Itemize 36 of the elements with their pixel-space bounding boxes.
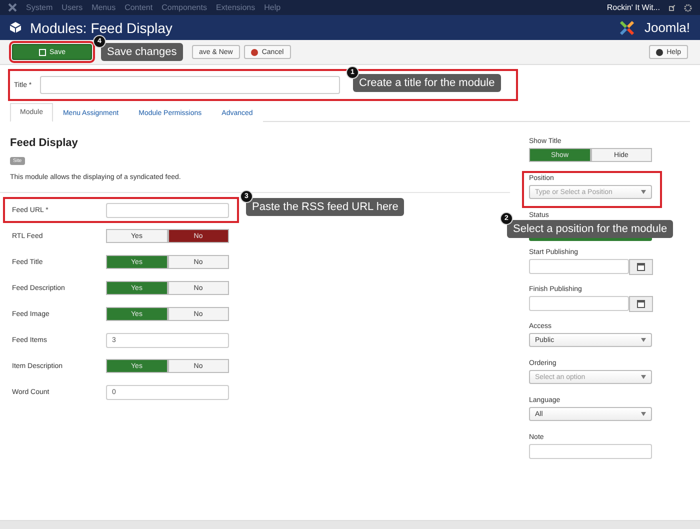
settings-icon[interactable] xyxy=(684,4,692,12)
menu-item[interactable]: Extensions xyxy=(216,3,256,12)
caret-icon xyxy=(641,338,646,342)
site-link[interactable]: Rockin' It Wit... xyxy=(606,3,660,12)
logo-icon[interactable] xyxy=(8,3,17,12)
logo-text: Joomla! xyxy=(644,20,690,35)
menu-item[interactable]: Content xyxy=(124,3,153,12)
calendar-icon xyxy=(637,300,645,308)
caret-icon xyxy=(641,412,646,416)
guide-tooltip: Paste the RSS feed URL here xyxy=(246,198,404,216)
module-heading: Feed Display xyxy=(10,137,79,149)
menu-item[interactable]: Help xyxy=(264,3,281,12)
title-field[interactable] xyxy=(40,76,340,94)
calendar-icon xyxy=(637,263,645,271)
page-title: Modules: Feed Display xyxy=(30,20,172,36)
guide-tooltip: Save changes xyxy=(101,43,183,61)
external-link-icon xyxy=(669,4,675,10)
menu-item[interactable]: Menus xyxy=(92,3,116,12)
caret-icon xyxy=(641,375,646,379)
calendar-button[interactable] xyxy=(629,259,653,275)
help-icon xyxy=(656,48,663,56)
guide-tooltip: Select a position for the module xyxy=(507,220,674,238)
text-field[interactable] xyxy=(529,444,652,459)
date-field[interactable] xyxy=(529,259,629,274)
cube-icon xyxy=(10,22,21,33)
menu-item[interactable]: Components xyxy=(162,3,207,12)
date-field[interactable] xyxy=(529,296,629,311)
edit-icon xyxy=(38,48,46,56)
cancel-icon xyxy=(250,48,258,56)
menu-item[interactable]: System xyxy=(26,3,53,12)
calendar-button[interactable] xyxy=(629,296,653,312)
logo-icon xyxy=(619,20,636,36)
menu-item[interactable]: Users xyxy=(62,3,83,12)
text-field[interactable] xyxy=(106,202,229,218)
guide-tooltip: Create a title for the module xyxy=(353,74,501,92)
caret-icon xyxy=(641,190,646,194)
